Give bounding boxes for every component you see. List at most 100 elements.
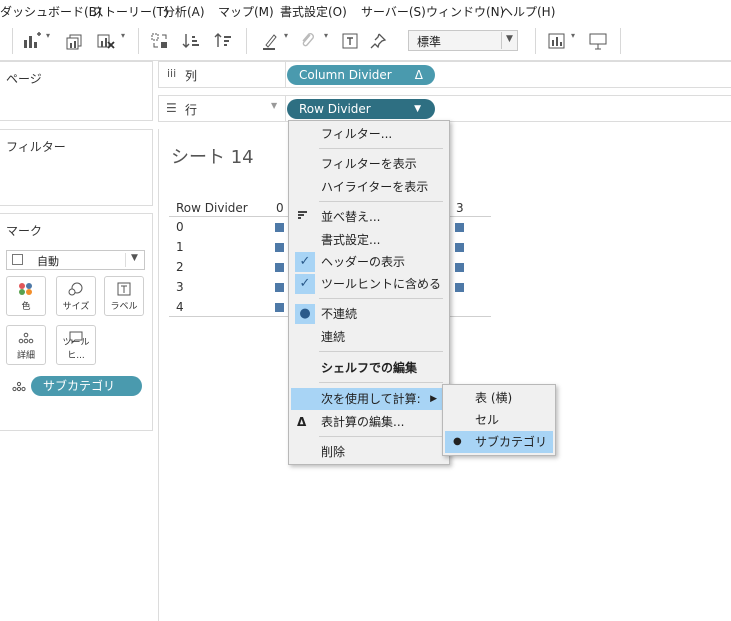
detail-dots-icon xyxy=(12,381,26,396)
subcategory-pill-label: サブカテゴリ xyxy=(43,379,116,393)
tooltip-button[interactable]: ツールヒ... xyxy=(56,325,96,365)
menu-window[interactable]: ウィンドウ(N) xyxy=(426,3,504,20)
select-divider xyxy=(501,32,502,49)
row-label: 1 xyxy=(176,240,184,254)
menu-separator xyxy=(319,382,443,383)
menu-item-continuous[interactable]: 連続 xyxy=(291,326,447,348)
clear-sheet-icon[interactable] xyxy=(94,30,118,52)
menu-item-sort[interactable]: 並べ替え... xyxy=(291,206,447,228)
fit-select[interactable]: 標準 ▼ xyxy=(408,30,518,51)
menu-item-edit-in-shelf[interactable]: シェルフでの編集 xyxy=(291,357,447,379)
menu-item-filter[interactable]: フィルター... xyxy=(291,123,447,145)
data-mark[interactable] xyxy=(275,283,284,292)
menu-item-show-highlighter[interactable]: ハイライターを表示 xyxy=(291,176,447,198)
menu-story[interactable]: ストーリー(T) xyxy=(92,3,169,20)
swap-rows-columns-icon[interactable] xyxy=(148,30,172,52)
data-mark[interactable] xyxy=(275,223,284,232)
sort-ascending-icon[interactable] xyxy=(180,30,204,52)
data-mark[interactable] xyxy=(275,303,284,312)
submenu-arrow-icon: ▶ xyxy=(430,394,437,404)
submenu-item-table-across[interactable]: 表 (横) xyxy=(445,387,553,409)
size-icon xyxy=(57,282,95,300)
mark-type-select[interactable]: 自動 ▼ xyxy=(6,250,145,270)
columns-icon: iii xyxy=(167,67,177,80)
menu-item-show-filter[interactable]: フィルターを表示 xyxy=(291,153,447,175)
menu-item-show-header[interactable]: ✓ ヘッダーの表示 xyxy=(291,251,447,273)
square-mark-icon xyxy=(12,254,23,265)
toolbar-separator xyxy=(138,28,139,54)
menu-item-discrete[interactable]: ● 不連続 xyxy=(291,303,447,325)
color-label: 色 xyxy=(21,302,31,312)
paperclip-icon xyxy=(296,30,320,52)
menu-bar: ダッシュボード(B) ストーリー(T) 分析(A) マップ(M) 書式設定(O)… xyxy=(0,0,731,22)
row-divider-pill-label: Row Divider xyxy=(299,102,371,116)
size-button[interactable]: サイズ xyxy=(56,276,96,316)
data-mark[interactable] xyxy=(455,243,464,252)
submenu-item-subcategory[interactable]: ● サブカテゴリ xyxy=(445,431,553,453)
new-worksheet-icon[interactable] xyxy=(20,30,44,52)
menu-map[interactable]: マップ(M) xyxy=(218,3,274,20)
table-calc-delta-icon: Δ xyxy=(414,68,423,82)
detail-label: 詳細 xyxy=(16,351,35,361)
row-divider-pill[interactable]: Row Divider ▼ xyxy=(287,99,435,119)
menu-item-remove[interactable]: 削除 xyxy=(291,441,447,463)
show-me-icon[interactable] xyxy=(545,30,569,52)
column-header: 3 xyxy=(456,201,464,215)
menu-server[interactable]: サーバー(S) xyxy=(361,3,426,20)
subcategory-pill[interactable]: サブカテゴリ xyxy=(31,376,142,396)
menu-item-include-in-tooltip[interactable]: ✓ ツールヒントに含める xyxy=(291,273,447,295)
chevron-down-icon: ▼ xyxy=(131,253,138,263)
bullet-icon: ● xyxy=(453,436,462,447)
pin-icon[interactable] xyxy=(368,30,392,52)
compute-using-submenu: 表 (横) セル ● サブカテゴリ xyxy=(442,384,556,456)
mark-type-value: 自動 xyxy=(37,255,59,268)
columns-shelf: iii 列 Column Divider Δ xyxy=(158,61,731,88)
menu-separator xyxy=(319,298,443,299)
row-label: 3 xyxy=(176,280,184,294)
select-divider xyxy=(125,253,126,267)
chevron-down-icon[interactable]: ▾ xyxy=(284,31,288,40)
toolbar-separator xyxy=(535,28,536,54)
column-divider-pill[interactable]: Column Divider Δ xyxy=(287,65,435,85)
row-pill-context-menu: フィルター... フィルターを表示 ハイライターを表示 並べ替え... 書式設定… xyxy=(288,120,450,465)
toolbar-separator xyxy=(620,28,621,54)
menu-format[interactable]: 書式設定(O) xyxy=(280,3,347,20)
data-mark[interactable] xyxy=(455,223,464,232)
text-label-icon[interactable] xyxy=(338,30,362,52)
chevron-down-icon: ▾ xyxy=(324,31,329,40)
menu-item-compute-using[interactable]: 次を使用して計算: ▶ xyxy=(291,388,447,410)
color-button[interactable]: 色 xyxy=(6,276,46,316)
presentation-mode-icon[interactable] xyxy=(586,30,610,52)
data-mark[interactable] xyxy=(275,243,284,252)
chevron-down-icon[interactable]: ▾ xyxy=(571,31,575,40)
data-mark[interactable] xyxy=(455,263,464,272)
chevron-down-icon[interactable]: ▼ xyxy=(414,99,421,119)
rows-shelf-label: 行 xyxy=(185,103,198,117)
menu-dashboard[interactable]: ダッシュボード(B) xyxy=(0,3,102,20)
detail-button[interactable]: 詳細 xyxy=(6,325,46,365)
chevron-down-icon[interactable]: ▼ xyxy=(271,101,277,110)
sort-descending-icon[interactable] xyxy=(212,30,236,52)
submenu-item-cell[interactable]: セル xyxy=(445,409,553,431)
size-label: サイズ xyxy=(62,302,90,312)
check-icon: ✓ xyxy=(295,274,315,294)
highlight-pen-icon[interactable] xyxy=(258,30,282,52)
data-mark[interactable] xyxy=(455,283,464,292)
data-mark[interactable] xyxy=(275,263,284,272)
menu-separator xyxy=(319,351,443,352)
label-button[interactable]: ラベル xyxy=(104,276,144,316)
filters-pane[interactable]: フィルター xyxy=(0,129,153,206)
row-label: 0 xyxy=(176,220,184,234)
shelf-divider xyxy=(285,62,286,87)
chevron-down-icon[interactable]: ▾ xyxy=(121,31,125,40)
menu-item-edit-table-calc[interactable]: Δ 表計算の編集... xyxy=(291,411,447,433)
color-dots-icon xyxy=(7,282,45,300)
menu-help[interactable]: ヘルプ(H) xyxy=(501,3,555,20)
column-divider-pill-label: Column Divider xyxy=(299,68,392,82)
menu-analysis[interactable]: 分析(A) xyxy=(163,3,205,20)
chevron-down-icon[interactable]: ▾ xyxy=(46,31,50,40)
duplicate-sheet-icon[interactable] xyxy=(62,30,86,52)
toolbar-separator xyxy=(12,28,13,54)
menu-item-format[interactable]: 書式設定... xyxy=(291,229,447,251)
marks-pane-title: マーク xyxy=(6,224,43,238)
